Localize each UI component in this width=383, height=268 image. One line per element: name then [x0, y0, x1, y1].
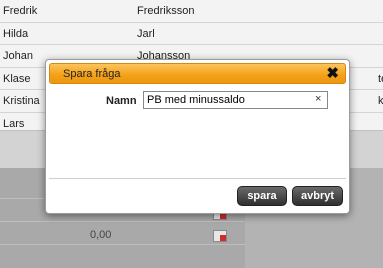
first-name-cell: Kristina [3, 95, 40, 107]
last-name-cell: Jarl [137, 27, 155, 40]
save-query-dialog: Spara fråga ✖ Namn × spara avbryt [45, 59, 350, 214]
dialog-title: Spara fråga [63, 68, 121, 80]
first-name-cell: Lars [3, 117, 25, 130]
divider [0, 221, 245, 222]
extra-cell: k [378, 95, 383, 107]
first-name-cell: Johan [3, 50, 33, 62]
last-name-cell: Fredriksson [137, 5, 195, 17]
delete-icon[interactable] [213, 230, 227, 242]
dialog-divider [49, 178, 346, 179]
name-input[interactable] [143, 91, 328, 109]
extra-cell: te [378, 72, 383, 85]
table-row[interactable]: Fredrik Fredriksson [0, 0, 383, 23]
dialog-titlebar[interactable]: Spara fråga ✖ [49, 63, 346, 84]
divider [0, 244, 245, 245]
cancel-button[interactable]: avbryt [292, 186, 343, 206]
amount-cell: 0,00 [90, 229, 112, 241]
name-label: Namn [106, 95, 137, 107]
table-row[interactable]: Hilda Jarl [0, 23, 383, 45]
first-name-cell: Klase [3, 72, 31, 85]
first-name-cell: Hilda [3, 27, 29, 40]
clear-input-icon[interactable]: × [315, 93, 321, 105]
save-button[interactable]: spara [237, 186, 287, 206]
first-name-cell: Fredrik [3, 5, 38, 17]
close-icon[interactable]: ✖ [326, 66, 339, 81]
